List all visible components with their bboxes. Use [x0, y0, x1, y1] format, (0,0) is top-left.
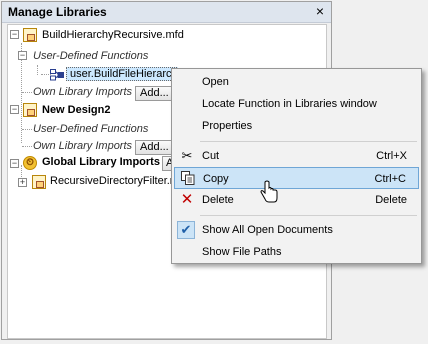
menu-item-label: Open [202, 76, 229, 88]
imports-group-label: Own Library Imports [33, 86, 133, 98]
expand-toggle[interactable]: + [18, 178, 27, 187]
menu-item-label: Cut [202, 150, 220, 162]
menu-item-label: Properties [202, 120, 253, 132]
scissors-icon: ✂ [181, 148, 193, 163]
menu-item-label: Copy [203, 173, 229, 185]
menu-separator [200, 141, 417, 142]
menu-item-label: Show File Paths [202, 246, 282, 258]
context-menu: Open Locate Function in Libraries window… [171, 68, 422, 264]
menu-item-label: Show All Open Documents [202, 224, 333, 236]
tree-line [37, 65, 38, 75]
tree-line [22, 92, 32, 93]
add-import-button[interactable]: Add... [135, 86, 174, 101]
mapping-file-icon [32, 175, 46, 189]
document-node[interactable]: BuildHierarchyRecursive.mfd [42, 26, 184, 44]
function-icon [50, 69, 64, 81]
global-imports-icon: ⏲ [23, 156, 37, 170]
menu-item-shortcut: Ctrl+X [376, 150, 407, 162]
copy-icon [180, 171, 196, 187]
udf-group-label[interactable]: User-Defined Functions [33, 120, 148, 138]
menu-item-cut[interactable]: ✂ Cut Ctrl+X [174, 145, 419, 167]
tree-line [22, 146, 32, 147]
tree-line [22, 129, 32, 130]
menu-item-open[interactable]: Open [174, 71, 419, 93]
collapse-toggle[interactable]: − [10, 159, 19, 168]
panel-title: Manage Libraries [8, 5, 107, 19]
checkmark-icon: ✔ [177, 221, 195, 239]
udf-group-label[interactable]: User-Defined Functions [33, 47, 148, 65]
global-imports-node[interactable]: Global Library Imports [42, 153, 160, 171]
mapping-file-icon [23, 28, 37, 42]
function-item-label: user.BuildFileHierarchy [66, 67, 178, 81]
menu-item-delete[interactable]: ✕ Delete Delete [174, 189, 419, 211]
close-icon[interactable]: × [313, 3, 327, 19]
collapse-toggle[interactable]: − [10, 105, 19, 114]
menu-item-copy[interactable]: Copy Ctrl+C [174, 167, 419, 189]
menu-item-shortcut: Ctrl+C [374, 173, 406, 185]
menu-item-label: Delete [202, 194, 234, 206]
mapping-file-icon [23, 103, 37, 117]
menu-item-properties[interactable]: Properties [174, 115, 419, 137]
collapse-toggle[interactable]: − [18, 51, 27, 60]
menu-item-label: Locate Function in Libraries window [202, 98, 377, 110]
panel-titlebar: Manage Libraries × [2, 2, 331, 23]
menu-item-shortcut: Delete [375, 194, 407, 206]
delete-icon: ✕ [180, 191, 194, 208]
library-file-node[interactable]: RecursiveDirectoryFilter.mfd [50, 172, 173, 190]
menu-separator [200, 215, 417, 216]
function-item[interactable]: user.BuildFileHierarchy [66, 65, 178, 83]
hand-pointer-icon [260, 180, 278, 203]
collapse-toggle[interactable]: − [10, 30, 19, 39]
menu-item-locate-function[interactable]: Locate Function in Libraries window [174, 93, 419, 115]
menu-item-show-all-open-documents[interactable]: ✔ Show All Open Documents [174, 219, 419, 241]
menu-item-show-file-paths[interactable]: Show File Paths [174, 241, 419, 263]
document-node[interactable]: New Design2 [42, 101, 110, 119]
